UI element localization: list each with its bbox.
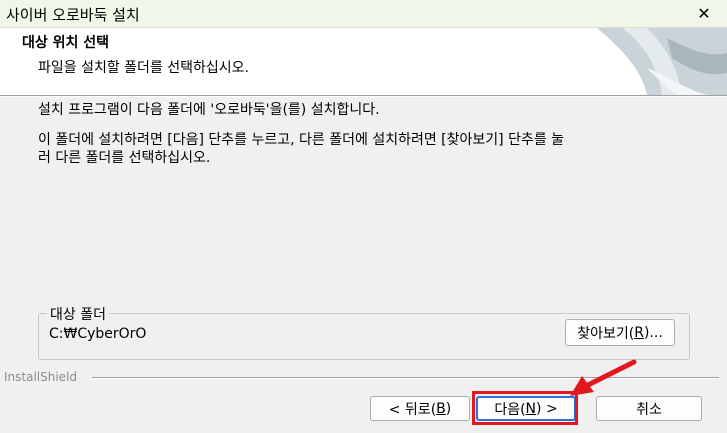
page-subtitle: 파일을 설치할 폴더를 선택하십시오. — [38, 60, 249, 76]
installshield-brand: InstallShield — [4, 370, 78, 384]
annotation-arrow-icon — [570, 359, 637, 396]
browse-button[interactable]: 찾아보기(R)... — [565, 319, 675, 346]
page-title: 대상 위치 선택 — [22, 35, 110, 51]
browse-accel: R — [634, 324, 644, 341]
destination-folder-label: 대상 폴더 — [47, 304, 109, 324]
back-button[interactable]: < 뒤로(B) — [370, 396, 470, 421]
back-label-prefix: < 뒤로( — [388, 401, 437, 418]
instruction-line-2: 이 폴더에 설치하려면 [다음] 단추를 누르고, 다른 폴더에 설치하려면 [… — [38, 132, 565, 148]
window-title: 사이버 오로바둑 설치 — [6, 6, 140, 24]
close-icon[interactable]: ✕ — [681, 0, 727, 27]
installer-art-icon — [597, 28, 727, 95]
instruction-line-1: 설치 프로그램이 다음 폴더에 '오로바둑'을(를) 설치합니다. — [38, 102, 380, 118]
browse-label-prefix: 찾아보기( — [577, 325, 635, 342]
instruction-line-3: 러 다른 폴더를 선택하십시오. — [38, 150, 211, 166]
title-bar: 사이버 오로바둑 설치 ✕ — [0, 0, 727, 28]
back-accel: B — [436, 400, 446, 417]
back-label-suffix: ) — [445, 400, 452, 417]
destination-path: C:₩CyberOrO — [49, 326, 147, 342]
header-separator — [0, 95, 727, 97]
browse-label-suffix: )... — [643, 324, 663, 341]
wizard-header: 대상 위치 선택 파일을 설치할 폴더를 선택하십시오. — [0, 28, 727, 95]
